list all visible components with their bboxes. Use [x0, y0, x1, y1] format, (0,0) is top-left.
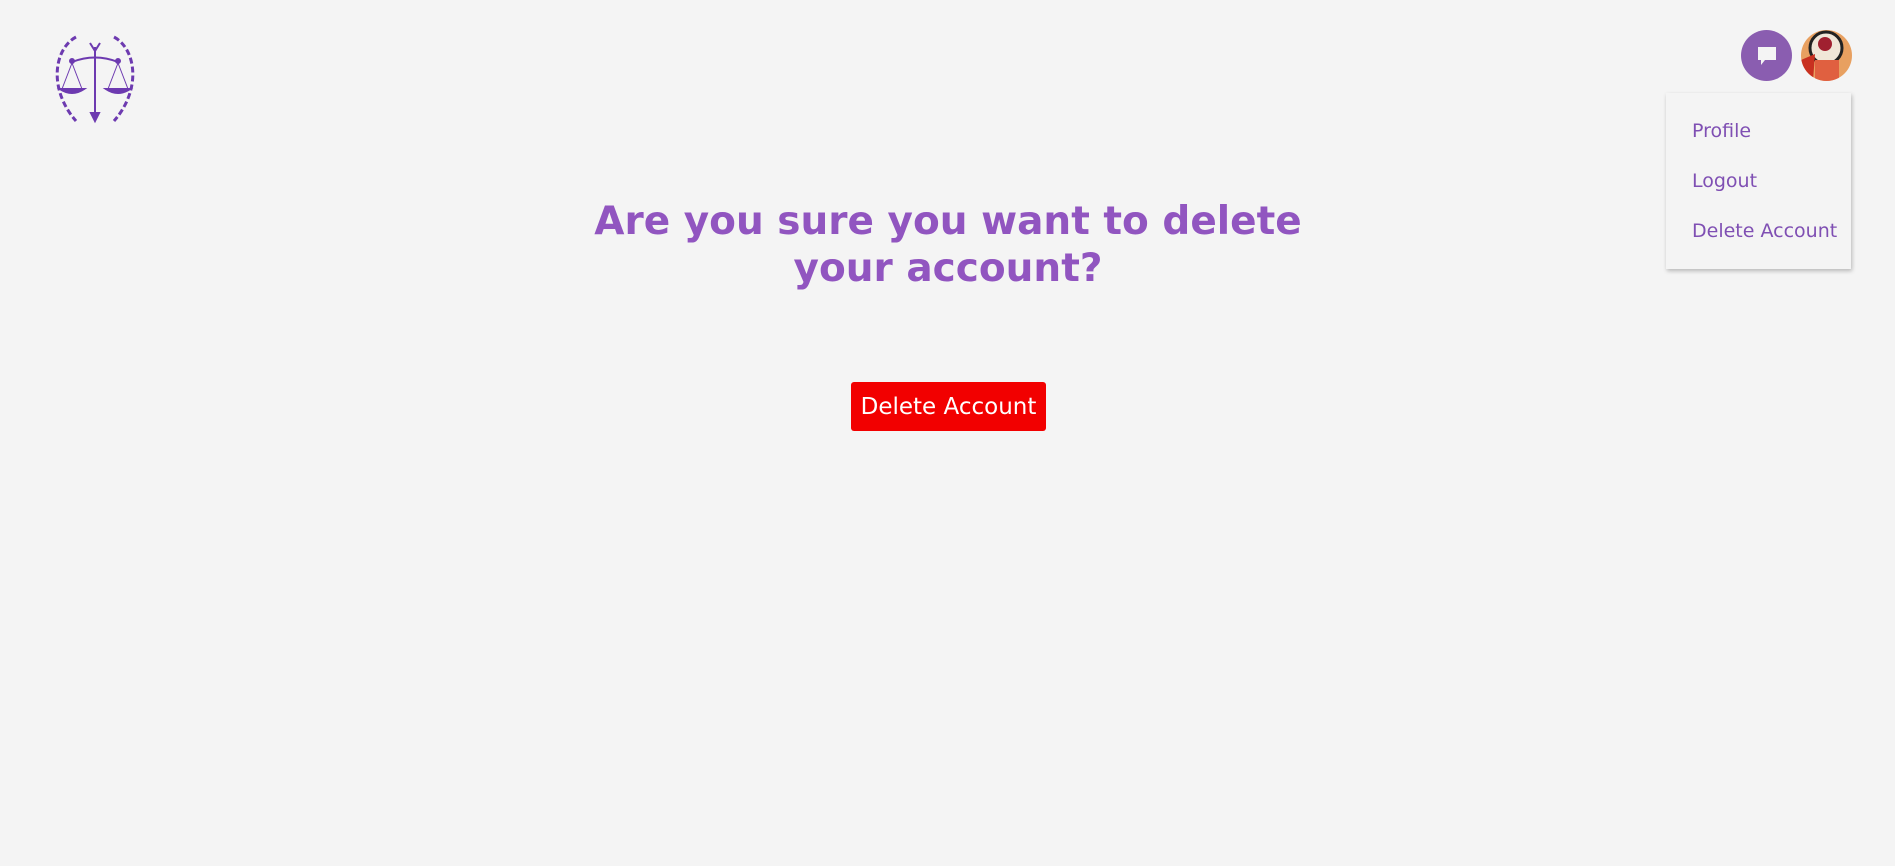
menu-item-logout[interactable]: Logout — [1692, 170, 1757, 192]
delete-account-button[interactable]: Delete Account — [851, 382, 1046, 431]
menu-item-delete-account[interactable]: Delete Account — [1692, 220, 1837, 242]
avatar-image — [1801, 30, 1852, 81]
user-dropdown-menu: Profile Logout Delete Account — [1666, 93, 1851, 269]
scales-of-justice-icon — [55, 35, 135, 124]
chat-button[interactable] — [1741, 30, 1792, 81]
logo[interactable] — [46, 29, 144, 131]
menu-item-profile[interactable]: Profile — [1692, 120, 1751, 142]
user-avatar[interactable] — [1801, 30, 1852, 81]
chat-bubble-icon — [1757, 46, 1776, 65]
page-title: Are you sure you want to delete your acc… — [594, 199, 1302, 291]
